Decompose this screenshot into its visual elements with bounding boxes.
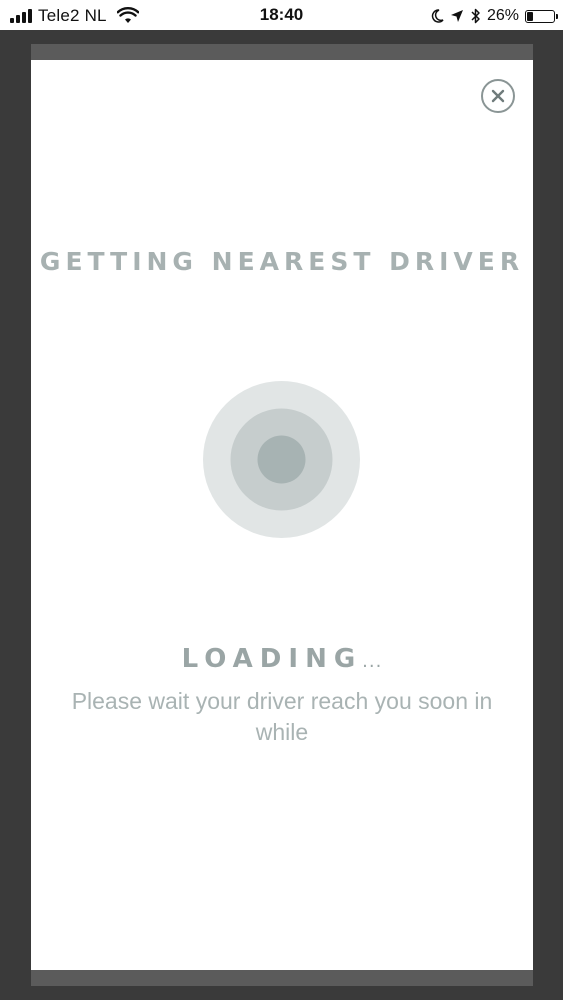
close-button[interactable] — [481, 79, 515, 113]
moon-icon — [431, 9, 444, 23]
status-bar: Tele2 NL 18:40 26% — [0, 0, 563, 30]
radar-inner-dot — [257, 435, 306, 484]
battery-icon — [525, 9, 558, 23]
location-arrow-icon — [450, 10, 463, 22]
bluetooth-icon — [471, 8, 480, 24]
loading-message: Please wait your driver reach you soon i… — [71, 688, 493, 745]
status-right: 26% — [431, 5, 558, 27]
close-icon — [491, 89, 505, 103]
backdrop-bottom-edge — [31, 970, 533, 986]
battery-percent: 26% — [486, 7, 519, 24]
driver-search-modal: GETTING NEAREST DRIVER LOADING... Please… — [31, 60, 533, 970]
loading-text: LOADING — [181, 644, 363, 674]
radar-pulse-icon — [203, 381, 360, 538]
loading-dots: ... — [362, 651, 383, 672]
battery-level — [527, 11, 533, 21]
page-title: GETTING NEAREST DRIVER — [39, 247, 525, 276]
backdrop-top-edge — [31, 44, 533, 60]
loading-label: LOADING... — [31, 644, 533, 674]
